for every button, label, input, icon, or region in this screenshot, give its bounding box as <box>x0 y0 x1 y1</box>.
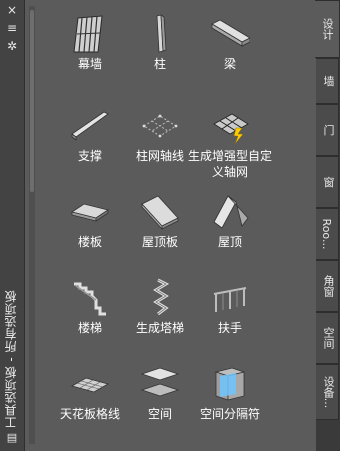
tab-label: 空间 <box>322 327 335 349</box>
tab-space[interactable]: 空间 <box>316 312 339 364</box>
palette-title: 工具选项板 - 所有选项板 <box>4 290 18 429</box>
tool-enhanced-grid[interactable]: 生成增强型自定义轴网 <box>185 106 275 179</box>
tab-window[interactable]: 窗 <box>316 156 339 208</box>
palette-tabs: 设计 墙 门 窗 Roo... 角窗 空间 设备... <box>315 0 340 451</box>
tab-roof[interactable]: Roo... <box>316 208 339 260</box>
scrollbar-thumb[interactable] <box>30 10 34 192</box>
tool-beam[interactable]: 梁 <box>185 14 275 80</box>
tab-label: 设计 <box>321 18 334 40</box>
tab-label: 设备... <box>322 375 335 409</box>
space-icon <box>140 367 180 397</box>
tower-stair-icon <box>153 278 170 316</box>
tool-label: 扶手 <box>217 321 242 335</box>
tool-label: 生成增强型自定义轴网 <box>187 149 272 179</box>
tool-roof[interactable]: 屋顶 <box>185 192 275 258</box>
tab-label: Roo... <box>320 218 333 250</box>
tab-wall[interactable]: 墙 <box>316 58 339 104</box>
tab-design[interactable]: 设计 <box>315 0 340 58</box>
tab-label: 角窗 <box>322 275 335 297</box>
menu-icon[interactable]: ≡ <box>5 22 19 34</box>
tab-label: 门 <box>322 124 335 136</box>
palette-title-bar: × ≡ ✲ 工具选项板 - 所有选项板 ▤ <box>0 0 25 451</box>
railing-icon <box>213 287 247 312</box>
column-grid-icon <box>142 114 178 138</box>
enhanced-grid-icon <box>213 113 249 145</box>
pin-icon[interactable]: ✲ <box>5 40 19 52</box>
tab-door[interactable]: 门 <box>316 104 339 156</box>
tool-label: 空间分隔符 <box>199 407 260 421</box>
tool-railing[interactable]: 扶手 <box>185 278 275 344</box>
ceiling-grid-icon <box>70 377 110 393</box>
space-separator-icon <box>214 367 246 401</box>
roof-icon <box>213 195 249 229</box>
tab-label: 窗 <box>322 176 335 188</box>
column-icon <box>156 14 167 53</box>
tool-label: 梁 <box>223 57 236 71</box>
stair-icon <box>74 282 106 316</box>
curtain-wall-icon <box>73 15 103 53</box>
tool-space-separator[interactable]: 空间分隔符 <box>185 364 275 430</box>
tab-equipment[interactable]: 设备... <box>316 364 339 420</box>
brace-icon <box>71 111 109 141</box>
beam-icon <box>211 19 250 47</box>
slab-icon <box>71 203 109 222</box>
properties-icon[interactable]: ▤ <box>5 432 19 444</box>
roof-slab-icon <box>141 195 179 231</box>
close-icon[interactable]: × <box>5 4 19 16</box>
tab-label: 墙 <box>322 75 335 87</box>
tab-corner-window[interactable]: 角窗 <box>316 260 339 312</box>
tool-label: 屋顶 <box>217 235 242 249</box>
